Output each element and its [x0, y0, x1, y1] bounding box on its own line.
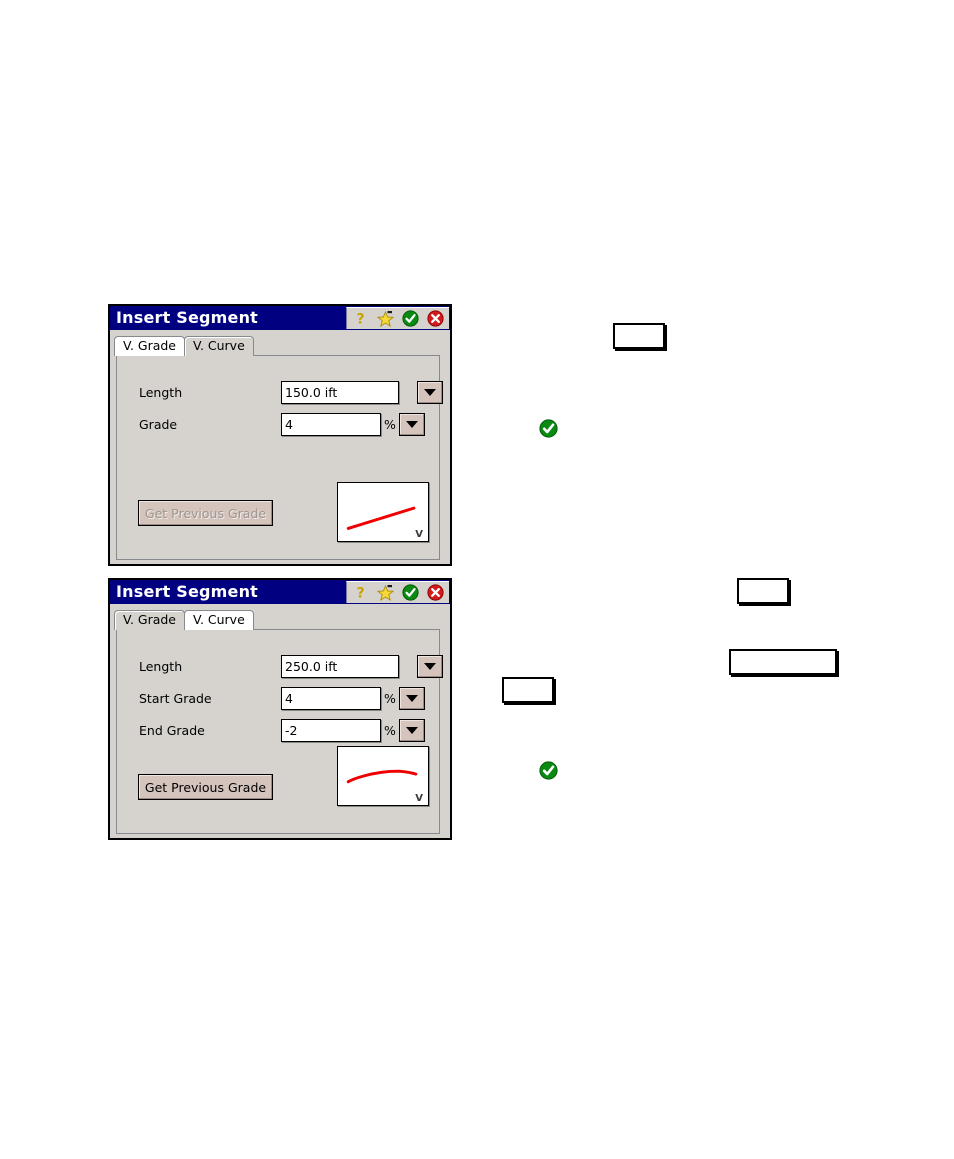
ok-check-icon[interactable] — [402, 310, 419, 327]
segment-preview-v-curve: V — [337, 746, 429, 806]
dialog-title: Insert Segment — [116, 582, 259, 601]
length-dropdown-button[interactable] — [417, 654, 443, 678]
field-row-length: Length 250.0 ift — [139, 654, 449, 678]
tab-v-grade[interactable]: V. Grade — [114, 609, 185, 630]
end-grade-label: End Grade — [139, 722, 205, 738]
chevron-down-icon — [406, 694, 418, 702]
start-grade-label: Start Grade — [139, 690, 212, 706]
grade-unit: % — [384, 416, 396, 432]
chevron-down-icon — [424, 388, 436, 396]
insert-segment-dialog-v-curve: Insert Segment ? V. Grade V. Curve Lengt… — [108, 578, 452, 840]
end-grade-unit: % — [384, 722, 396, 738]
chevron-down-icon — [406, 726, 418, 734]
callout-box-2 — [737, 578, 789, 604]
tab-v-grade[interactable]: V. Grade — [114, 335, 185, 356]
favorites-star-icon[interactable] — [376, 584, 395, 601]
callout-box-3 — [729, 649, 837, 675]
start-grade-unit: % — [384, 690, 396, 706]
tabstrip: V. Grade V. Curve — [114, 608, 450, 630]
callout-box-4 — [502, 677, 554, 703]
field-row-length: Length 150.0 ift — [139, 380, 449, 404]
svg-text:?: ? — [356, 586, 364, 602]
start-grade-input[interactable]: 4 — [281, 686, 381, 710]
tab-v-curve[interactable]: V. Curve — [184, 335, 254, 356]
ok-check-icon[interactable] — [402, 584, 419, 601]
chevron-down-icon — [424, 662, 436, 670]
grade-input[interactable]: 4 — [281, 412, 381, 436]
preview-axis-label: V — [415, 529, 423, 540]
tabstrip: V. Grade V. Curve — [114, 334, 450, 356]
preview-axis-label: V — [415, 793, 423, 804]
insert-segment-dialog-v-grade: Insert Segment ? V. Grade V. Curve Lengt… — [108, 304, 452, 566]
titlebar: Insert Segment ? — [110, 580, 450, 604]
length-dropdown-button[interactable] — [417, 380, 443, 404]
titlebar-icon-group: ? — [346, 581, 449, 603]
titlebar: Insert Segment ? — [110, 306, 450, 330]
grade-label: Grade — [139, 416, 178, 432]
get-previous-grade-button[interactable]: Get Previous Grade — [138, 500, 273, 526]
svg-text:?: ? — [356, 312, 364, 328]
length-input[interactable]: 150.0 ift — [281, 380, 399, 404]
field-row-grade: Grade 4 % — [139, 412, 449, 436]
get-previous-grade-button[interactable]: Get Previous Grade — [138, 774, 273, 800]
tab-panel-v-grade: Length 150.0 ift Grade 4 % Get Previous … — [116, 355, 443, 560]
close-x-icon[interactable] — [427, 310, 444, 327]
help-icon[interactable]: ? — [352, 310, 369, 328]
segment-preview-v-grade: V — [337, 482, 429, 542]
field-row-start-grade: Start Grade 4 % — [139, 686, 449, 710]
titlebar-icon-group: ? — [346, 307, 449, 329]
chevron-down-icon — [406, 420, 418, 428]
ok-check-icon-inline-2 — [539, 761, 558, 780]
help-icon[interactable]: ? — [352, 584, 369, 602]
end-grade-dropdown-button[interactable] — [399, 718, 425, 742]
tab-panel-v-curve: Length 250.0 ift Start Grade 4 % End Gra… — [116, 629, 443, 834]
end-grade-input[interactable]: -2 — [281, 718, 381, 742]
grade-dropdown-button[interactable] — [399, 412, 425, 436]
ok-check-icon-inline-1 — [539, 419, 558, 438]
favorites-star-icon[interactable] — [376, 310, 395, 327]
tab-v-curve[interactable]: V. Curve — [184, 609, 254, 630]
callout-box-1 — [613, 323, 665, 349]
length-label: Length — [139, 658, 183, 674]
start-grade-dropdown-button[interactable] — [399, 686, 425, 710]
dialog-title: Insert Segment — [116, 308, 259, 327]
length-label: Length — [139, 384, 183, 400]
field-row-end-grade: End Grade -2 % — [139, 718, 449, 742]
close-x-icon[interactable] — [427, 584, 444, 601]
length-input[interactable]: 250.0 ift — [281, 654, 399, 678]
